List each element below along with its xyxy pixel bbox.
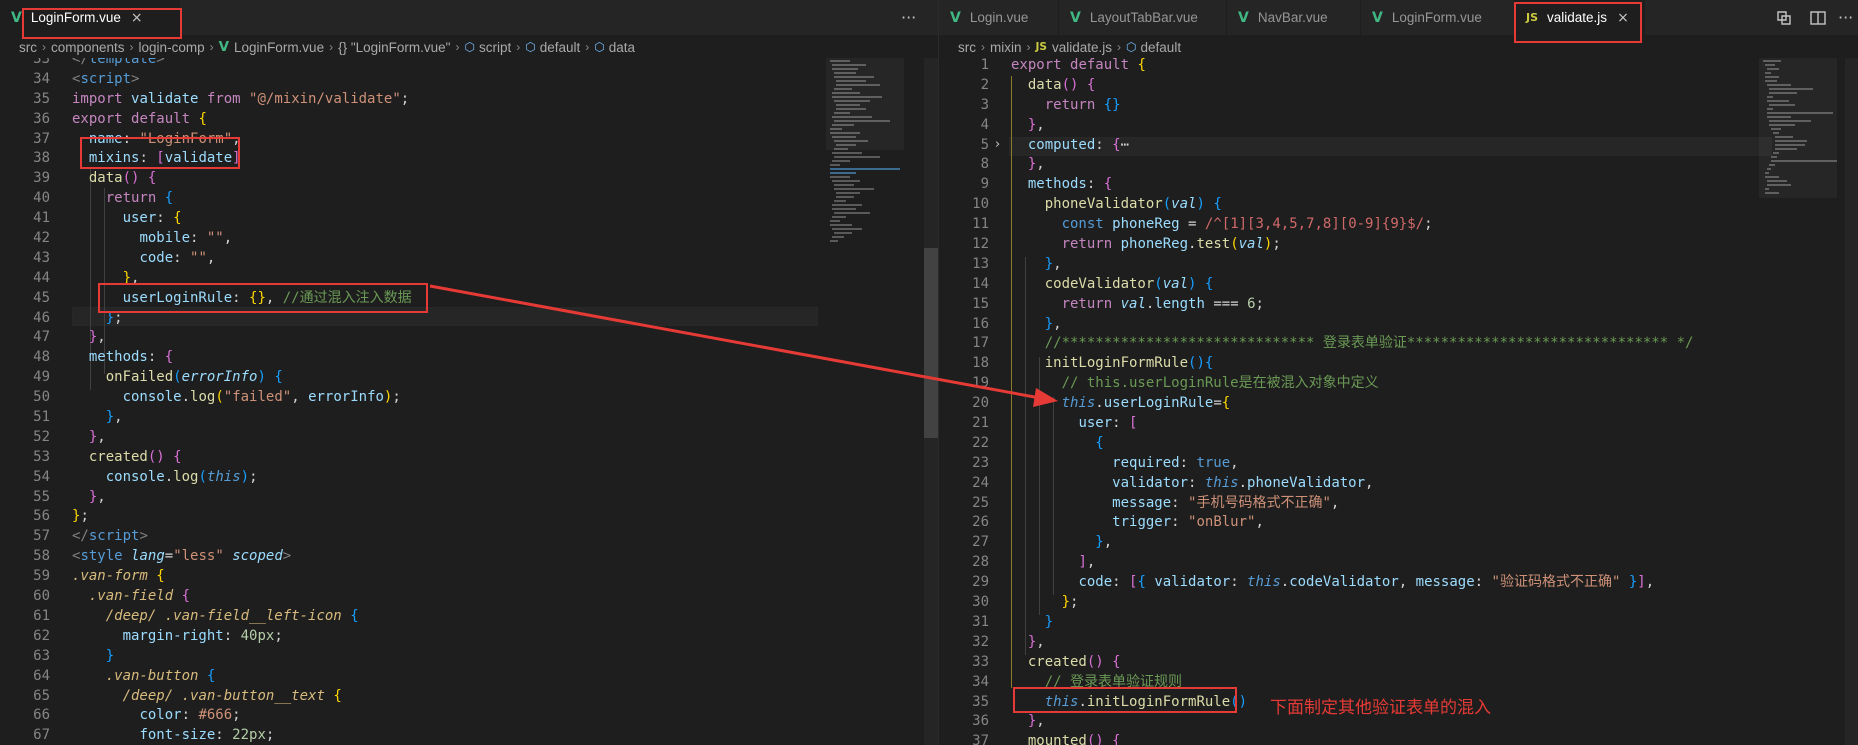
- annotation-arrow: [429, 284, 1058, 407]
- arrow-head-icon: [1033, 388, 1058, 407]
